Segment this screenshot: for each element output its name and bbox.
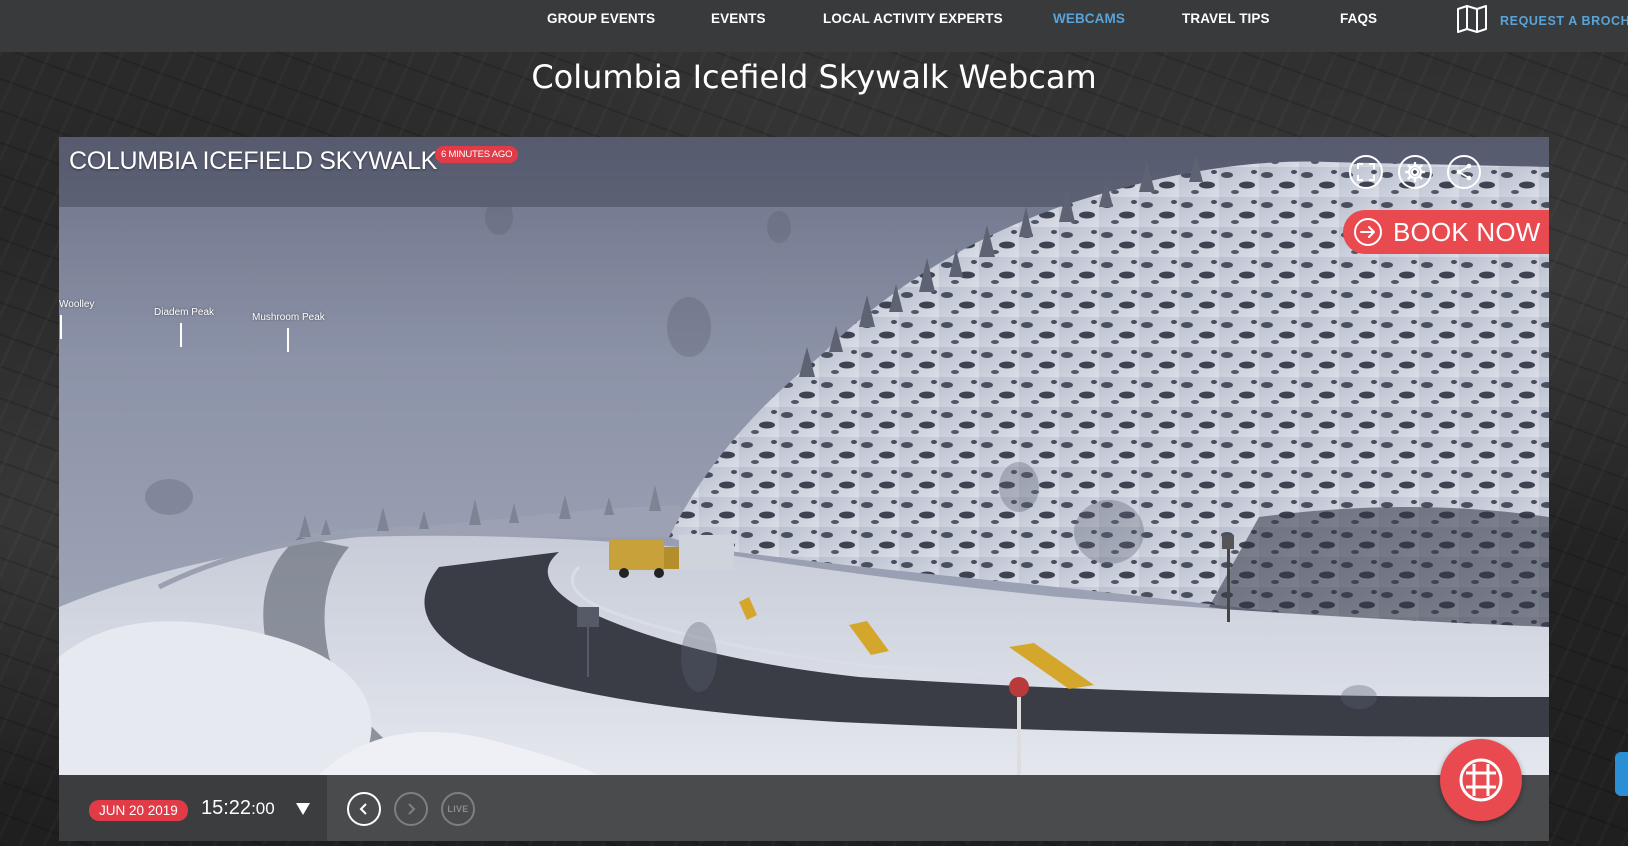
side-feedback-tab[interactable] <box>1615 752 1628 796</box>
time-main: 15:22 <box>201 797 252 819</box>
gear-icon <box>1405 162 1425 182</box>
peak-marker-line <box>60 315 62 339</box>
webcam-title: COLUMBIA ICEFIELD SKYWALK <box>69 147 438 175</box>
chevron-left-icon <box>359 803 367 815</box>
share-icon <box>1456 163 1472 181</box>
page-title: Columbia Icefield Skywalk Webcam <box>531 58 1097 96</box>
live-label: LIVE <box>447 804 469 814</box>
arrow-right-circle-icon <box>1354 218 1382 246</box>
time-seconds: :00 <box>251 799 275 818</box>
timeline-bar: JUN 20 2019 15:22:00 LIVE <box>59 775 1549 841</box>
live-button[interactable]: LIVE <box>441 792 475 826</box>
grid-menu-button[interactable] <box>1440 739 1522 821</box>
next-button[interactable] <box>394 792 428 826</box>
fullscreen-button[interactable] <box>1349 155 1383 189</box>
settings-button[interactable] <box>1398 155 1432 189</box>
date-time-selector: JUN 20 2019 15:22:00 <box>59 775 327 841</box>
peak-label-diadem: Diadem Peak <box>154 307 215 318</box>
book-now-label: BOOK NOW <box>1393 216 1541 247</box>
nav-events[interactable]: EVENTS <box>711 11 766 26</box>
peak-label-mushroom: Mushroom Peak <box>252 312 325 323</box>
request-brochure-link[interactable]: REQUEST A BROCH <box>1456 4 1628 38</box>
webcam-age-badge: 6 MINUTES AGO <box>435 146 519 163</box>
nav-local-activity-experts[interactable]: LOCAL ACTIVITY EXPERTS <box>823 11 1003 26</box>
previous-button[interactable] <box>347 792 381 826</box>
webcam-image <box>59 137 1549 775</box>
top-nav: GROUP EVENTS EVENTS LOCAL ACTIVITY EXPER… <box>0 0 1628 52</box>
request-brochure-label: REQUEST A BROCH <box>1500 14 1628 28</box>
map-icon <box>1456 4 1488 39</box>
time-display[interactable]: 15:22:00 <box>201 797 275 820</box>
time-dropdown[interactable] <box>296 802 310 820</box>
nav-group-events[interactable]: GROUP EVENTS <box>547 11 655 26</box>
grid-icon <box>1459 758 1503 802</box>
chevron-down-icon <box>296 803 310 815</box>
chevron-right-icon <box>408 803 416 815</box>
nav-travel-tips[interactable]: TRAVEL TIPS <box>1182 11 1270 26</box>
peak-marker-line <box>287 328 289 352</box>
fullscreen-icon <box>1357 163 1375 181</box>
nav-webcams[interactable]: WEBCAMS <box>1053 11 1125 26</box>
share-button[interactable] <box>1447 155 1481 189</box>
date-badge[interactable]: JUN 20 2019 <box>89 800 188 821</box>
nav-faqs[interactable]: FAQS <box>1340 11 1377 26</box>
peak-marker-line <box>180 323 182 347</box>
book-now-button[interactable]: BOOK NOW <box>1343 210 1549 254</box>
webcam-viewer[interactable]: COLUMBIA ICEFIELD SKYWALK 6 MINUTES AGO … <box>59 137 1549 775</box>
peak-label-woolley: Woolley <box>59 299 95 310</box>
